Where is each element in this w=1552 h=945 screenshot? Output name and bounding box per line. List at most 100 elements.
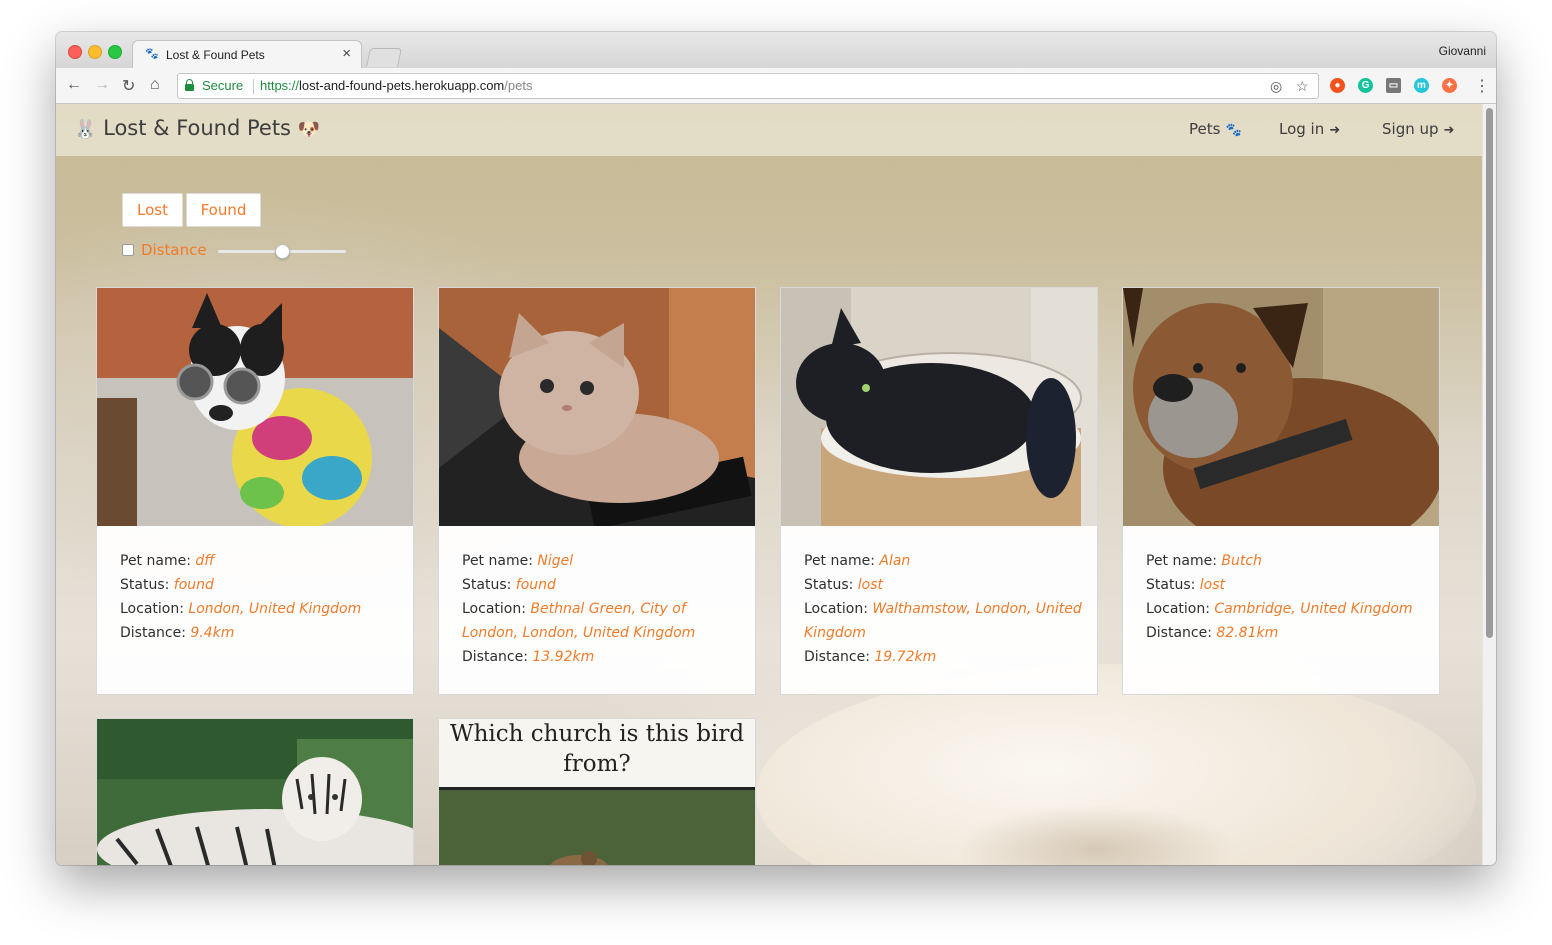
scrollbar-thumb[interactable] <box>1486 108 1493 638</box>
nav-pets-label: Pets <box>1189 120 1221 138</box>
tab-close-icon[interactable]: × <box>342 45 351 62</box>
distance-value: 82.81km <box>1216 625 1279 641</box>
distance-value: 9.4km <box>190 625 235 641</box>
location-value: Cambridge, United Kingdom <box>1214 601 1413 617</box>
profile-name[interactable]: Giovanni <box>1439 44 1486 58</box>
distance-label: Distance: <box>462 649 528 665</box>
pet-name-label: Pet name: <box>804 553 875 569</box>
pet-name-label: Pet name: <box>120 553 191 569</box>
pet-info: Pet name: Butch Status: lost Location: C… <box>1146 549 1426 645</box>
home-icon[interactable]: ⌂ <box>150 76 160 94</box>
address-bar[interactable]: Secure https://lost-and-found-pets.herok… <box>177 73 1319 99</box>
distance-label: Distance <box>141 241 207 259</box>
distance-value: 19.72km <box>874 649 937 665</box>
status-value: found <box>173 577 214 593</box>
nav-pets-link[interactable]: Pets 🐾 <box>1189 120 1242 138</box>
brand-name: Lost & Found Pets <box>103 116 292 140</box>
page-viewport: 🐰 Lost & Found Pets 🐶 Pets 🐾 Log in ➜ Sign… <box>56 104 1482 865</box>
cast-icon[interactable]: ▭ <box>1386 78 1401 93</box>
location-icon[interactable]: ◎ <box>1270 78 1282 95</box>
grammarly-extension-icon[interactable]: G <box>1358 78 1373 93</box>
menu-dots-icon[interactable]: ⋮ <box>1474 76 1490 96</box>
distance-label: Distance: <box>120 625 186 641</box>
pet-card[interactable]: Pet name: Nigel Status: found Location: … <box>438 287 756 695</box>
status-value: found <box>515 577 556 593</box>
url-scheme: https:// <box>260 78 300 93</box>
location-label: Location: <box>1146 601 1210 617</box>
back-arrow-icon[interactable]: ← <box>66 76 82 94</box>
nav-login-link[interactable]: Log in ➜ <box>1279 120 1340 138</box>
tab-title: Lost & Found Pets <box>166 48 265 62</box>
pet-photo-tiger[interactable] <box>97 719 413 865</box>
browser-window: 🐾 Lost & Found Pets × Giovanni ← → ↻ ⌂ S… <box>56 32 1496 865</box>
pet-card[interactable]: Pet name: Butch Status: lost Location: C… <box>1122 287 1440 695</box>
pet-photo-dff[interactable] <box>97 288 413 526</box>
pet-name-value: Nigel <box>537 553 574 569</box>
sign-in-icon: ➜ <box>1329 123 1341 138</box>
pet-name-value: Alan <box>879 553 911 569</box>
location-label: Location: <box>462 601 526 617</box>
minimize-window-button[interactable] <box>88 45 102 59</box>
pet-photo-butch[interactable] <box>1123 288 1439 526</box>
secure-label: Secure <box>202 78 244 93</box>
location-label: Location: <box>120 601 184 617</box>
status-label: Status: <box>804 577 854 593</box>
pet-name-label: Pet name: <box>462 553 533 569</box>
reload-icon[interactable]: ↻ <box>122 76 135 96</box>
nav-signup-label: Sign up <box>1382 120 1439 138</box>
url-separator <box>253 79 254 94</box>
close-window-button[interactable] <box>68 45 82 59</box>
url-host: lost-and-found-pets.herokuapp.com <box>299 78 505 93</box>
distance-label: Distance: <box>1146 625 1212 641</box>
pet-info: Pet name: Nigel Status: found Location: … <box>462 549 742 669</box>
zoom-window-button[interactable] <box>108 45 122 59</box>
filter-found-button[interactable]: Found <box>186 193 261 227</box>
location-label: Location: <box>804 601 868 617</box>
paw-icon: 🐾 <box>1225 123 1242 138</box>
distance-label: Distance: <box>804 649 870 665</box>
pet-photo-nigel[interactable] <box>439 288 755 526</box>
m-extension-icon[interactable]: m <box>1414 78 1429 93</box>
distance-value: 13.92km <box>532 649 595 665</box>
pet-name-value: dff <box>195 553 215 569</box>
lock-icon <box>185 79 194 91</box>
pet-card[interactable]: Which church is this bird from? <box>438 718 756 865</box>
distance-checkbox[interactable] <box>122 244 134 256</box>
page-scrollbar[interactable] <box>1482 104 1496 865</box>
paw-favicon-icon: 🐾 <box>145 48 159 60</box>
pet-card[interactable]: Pet name: Alan Status: lost Location: Wa… <box>780 287 1098 695</box>
dog-emoji-icon: 🐶 <box>297 119 321 140</box>
brand-link[interactable]: 🐰 Lost & Found Pets 🐶 <box>74 116 320 140</box>
sign-in-icon: ➜ <box>1443 123 1455 138</box>
pet-photo-bird[interactable]: Which church is this bird from? <box>439 719 755 865</box>
pet-info: Pet name: dff Status: found Location: Lo… <box>120 549 400 645</box>
pet-card[interactable] <box>96 718 414 865</box>
nav-login-label: Log in <box>1279 120 1325 138</box>
status-value: lost <box>1199 577 1226 593</box>
url-path: /pets <box>504 78 533 93</box>
fire-extension-icon[interactable]: ● <box>1330 78 1345 93</box>
puzzle-extension-icon[interactable]: ✦ <box>1442 78 1457 93</box>
status-label: Status: <box>1146 577 1196 593</box>
status-value: lost <box>857 577 884 593</box>
forward-arrow-icon[interactable]: → <box>94 76 110 94</box>
new-tab-button[interactable] <box>365 48 403 67</box>
pet-photo-alan[interactable] <box>781 288 1097 526</box>
bird-meme-caption: Which church is this bird from? <box>439 719 755 787</box>
status-label: Status: <box>462 577 512 593</box>
status-label: Status: <box>120 577 170 593</box>
pet-name-value: Butch <box>1221 553 1262 569</box>
url-text[interactable]: https://lost-and-found-pets.herokuapp.co… <box>260 78 532 93</box>
pet-card[interactable]: Pet name: dff Status: found Location: Lo… <box>96 287 414 695</box>
tab-bar: 🐾 Lost & Found Pets × Giovanni <box>56 32 1496 68</box>
browser-toolbar: ← → ↻ ⌂ Secure https://lost-and-found-pe… <box>56 68 1496 104</box>
nav-signup-link[interactable]: Sign up ➜ <box>1382 120 1454 138</box>
browser-tab[interactable]: 🐾 Lost & Found Pets × <box>132 40 362 68</box>
location-value: London, United Kingdom <box>188 601 362 617</box>
bunny-emoji-icon: 🐰 <box>74 119 97 140</box>
app-navbar: 🐰 Lost & Found Pets 🐶 Pets 🐾 Log in ➜ Sign… <box>56 104 1482 156</box>
bookmark-star-icon[interactable]: ☆ <box>1296 78 1309 95</box>
distance-slider-thumb[interactable] <box>275 244 290 259</box>
filter-lost-button[interactable]: Lost <box>122 193 183 227</box>
pet-info: Pet name: Alan Status: lost Location: Wa… <box>804 549 1084 669</box>
